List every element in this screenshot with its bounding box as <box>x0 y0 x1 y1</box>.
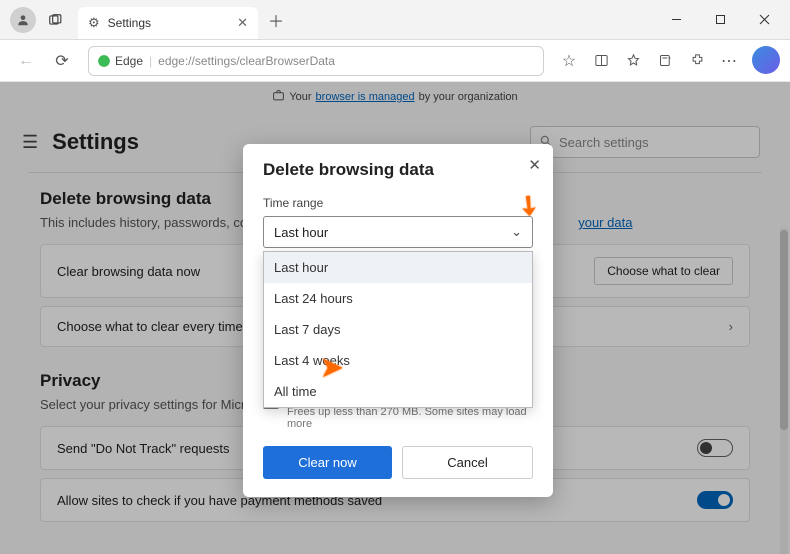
desc-text: This includes history, passwords, cookie <box>40 215 271 230</box>
minimize-button[interactable] <box>654 4 698 36</box>
scrollbar-thumb[interactable] <box>780 230 788 430</box>
browser-tab[interactable]: ⚙ Settings ✕ <box>78 7 258 39</box>
edge-label: Edge <box>115 54 143 68</box>
site-identity-icon: Edge <box>97 54 143 68</box>
favorites-icon[interactable] <box>618 46 648 76</box>
option-all-time[interactable]: All time <box>264 376 532 407</box>
split-screen-icon[interactable] <box>586 46 616 76</box>
window-titlebar: ⚙ Settings ✕ ＋ <box>0 0 790 40</box>
option-label: All time <box>274 384 317 399</box>
gear-icon: ⚙ <box>88 15 100 31</box>
cached-sub: Frees up less than 270 MB. Some sites ma… <box>287 406 533 430</box>
toggle-dnt[interactable] <box>697 439 733 457</box>
row-label: Clear browsing data now <box>57 264 200 279</box>
option-last-4-weeks[interactable]: Last 4 weeks <box>264 345 532 376</box>
profile-icon[interactable] <box>10 7 36 33</box>
dropdown-selected: Last hour <box>274 225 328 240</box>
back-button[interactable]: ← <box>10 45 42 77</box>
collections-icon[interactable] <box>650 46 680 76</box>
dialog-title: Delete browsing data <box>263 160 533 180</box>
row-label: Send "Do Not Track" requests <box>57 441 230 456</box>
dropdown-list: Last hour Last 24 hours Last 7 days Last… <box>263 251 533 408</box>
choose-what-to-clear-button[interactable]: Choose what to clear <box>594 257 733 285</box>
browser-toolbar: ← → ⟳ Edge | edge://settings/clearBrowse… <box>0 40 790 82</box>
option-last-24-hours[interactable]: Last 24 hours <box>264 283 532 314</box>
chevron-right-icon: › <box>729 319 733 334</box>
row-label: Choose what to clear every time you <box>57 319 267 334</box>
favorite-star-icon[interactable]: ☆ <box>554 46 584 76</box>
window-controls <box>654 4 786 36</box>
search-placeholder: Search settings <box>559 135 649 150</box>
address-bar[interactable]: Edge | edge://settings/clearBrowserData <box>88 46 544 76</box>
chevron-down-icon: ⌄ <box>511 224 522 240</box>
clear-now-button[interactable]: Clear now <box>263 446 392 479</box>
search-settings-input[interactable]: Search settings <box>530 126 760 158</box>
separator: | <box>149 54 152 68</box>
close-dialog-button[interactable]: ✕ <box>528 156 541 174</box>
delete-browsing-data-dialog: ✕ Delete browsing data Time range Last h… <box>243 144 553 497</box>
time-range-label: Time range <box>263 196 533 210</box>
more-icon[interactable]: ⋯ <box>714 46 744 76</box>
extensions-icon[interactable] <box>682 46 712 76</box>
maximize-button[interactable] <box>698 4 742 36</box>
managed-notice-bar: Your browser is managed by your organiza… <box>0 82 790 112</box>
close-tab-icon[interactable]: ✕ <box>237 15 248 31</box>
managed-link[interactable]: browser is managed <box>316 91 415 103</box>
new-tab-button[interactable]: ＋ <box>258 8 294 32</box>
managed-suffix: by your organization <box>419 91 518 103</box>
scrollbar[interactable] <box>780 228 788 554</box>
managed-prefix: Your <box>289 91 311 103</box>
toggle-payment[interactable] <box>697 491 733 509</box>
your-data-link[interactable]: your data <box>578 215 632 230</box>
hamburger-icon[interactable]: ☰ <box>22 132 38 153</box>
time-range-dropdown[interactable]: Last hour ⌄ Last hour Last 24 hours Last… <box>263 216 533 248</box>
annotation-arrow-icon: ➤ <box>321 352 343 383</box>
cancel-button[interactable]: Cancel <box>402 446 533 479</box>
option-last-7-days[interactable]: Last 7 days <box>264 314 532 345</box>
copilot-icon[interactable] <box>752 46 780 74</box>
url-text: edge://settings/clearBrowserData <box>158 54 335 68</box>
refresh-button[interactable]: ⟳ <box>46 45 78 77</box>
close-window-button[interactable] <box>742 4 786 36</box>
tab-actions-icon[interactable] <box>42 7 68 33</box>
briefcase-icon <box>272 89 285 105</box>
tab-title: Settings <box>108 16 151 30</box>
dialog-footer: Clear now Cancel <box>263 446 533 479</box>
option-last-hour[interactable]: Last hour <box>264 252 532 283</box>
page-title: Settings <box>52 129 139 155</box>
